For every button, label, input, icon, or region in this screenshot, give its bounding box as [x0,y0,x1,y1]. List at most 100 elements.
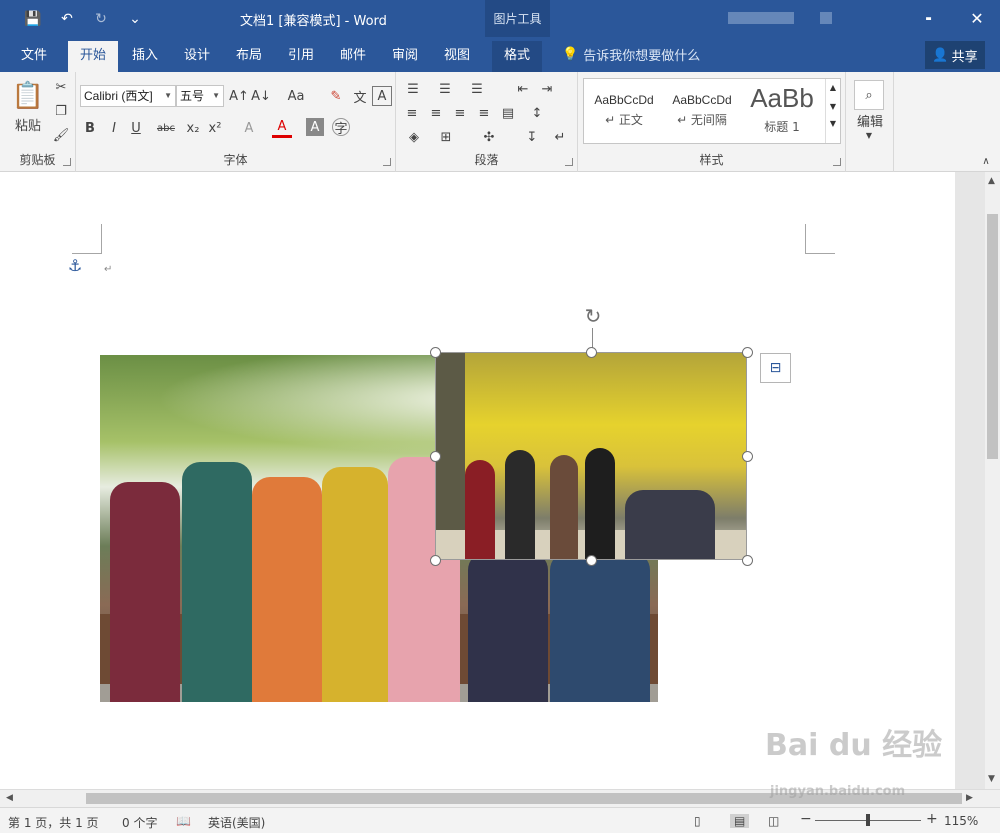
strikethrough-button[interactable]: abc [154,118,178,138]
tab-references[interactable]: 引用 [276,41,326,72]
tab-file[interactable]: 文件 [9,41,59,72]
styles-scroll[interactable]: ▲ ▼ ▼ [825,79,840,143]
resize-handle-nw[interactable] [430,347,441,358]
paste-label[interactable]: 粘贴 [8,116,48,134]
underline-button[interactable]: U [128,118,144,138]
scroll-up-icon[interactable]: ▲ [988,176,995,186]
text-effects-icon[interactable]: A [238,118,260,138]
resize-handle-s[interactable] [586,555,597,566]
font-name-combo[interactable]: Calibri (西文] ▼ [80,85,176,107]
chevron-up-icon[interactable]: ▲ [826,83,840,92]
style-heading-1[interactable]: AaBb 标题 1 [746,83,818,139]
zoom-out-icon[interactable]: − [800,811,812,827]
scroll-right-icon[interactable]: ▶ [966,793,973,803]
tab-view[interactable]: 视图 [432,41,482,72]
styles-launcher[interactable] [833,158,841,166]
word-count[interactable]: 0 个字 [122,814,157,831]
change-case-icon[interactable]: Aa [282,86,310,106]
tab-format[interactable]: 格式 [492,41,543,72]
zoom-level[interactable]: 115% [944,814,978,828]
italic-button[interactable]: I [106,118,122,138]
copy-icon[interactable]: ❐ [52,102,70,120]
share-button[interactable]: 👤 共享 [925,41,985,69]
enclosed-character-icon[interactable]: 字 [332,118,350,137]
scroll-left-icon[interactable]: ◀ [6,793,13,803]
document-page[interactable]: ⚓ ↵ ↻ ⊟ [0,172,955,789]
bold-button[interactable]: B [82,118,98,138]
tab-layout[interactable]: 布局 [224,41,274,72]
grow-font-icon[interactable]: A↑ [229,86,249,106]
proofing-icon[interactable]: 📖 [176,814,191,828]
print-layout-icon[interactable]: ▤ [730,814,750,828]
character-shading-icon[interactable]: A [306,118,324,136]
phonetic-guide-icon[interactable]: 文 [350,86,370,106]
style-normal[interactable]: AaBbCcDd ↵ 正文 [588,83,660,139]
paste-icon[interactable]: 📋 [10,78,46,114]
chinese-layout-icon[interactable]: ✣ [478,128,500,146]
paragraph-launcher[interactable] [565,158,573,166]
format-painter-icon[interactable]: 🖌 [52,126,70,144]
font-launcher[interactable] [383,158,391,166]
more-styles-icon[interactable]: ▼ [826,119,840,128]
cut-icon[interactable]: ✂ [52,78,70,96]
sort-icon[interactable]: ↧ [522,128,542,146]
close-button[interactable]: ✕ [954,0,1000,37]
resize-handle-e[interactable] [742,451,753,462]
show-marks-icon[interactable]: ↵ [550,128,570,146]
redo-icon[interactable]: ↻ [90,8,112,30]
search-icon[interactable]: ⌕ [854,80,884,110]
read-mode-icon[interactable]: ▯ [694,814,701,828]
tell-me-box[interactable]: 💡 告诉我你想要做什么 [562,45,700,64]
tab-home[interactable]: 开始 [68,41,119,72]
decrease-indent-icon[interactable]: ⇤ [512,80,534,98]
collapse-ribbon-icon[interactable]: ∧ [978,154,994,168]
resize-handle-w[interactable] [430,451,441,462]
shading-icon[interactable]: ◈ [404,128,424,146]
subscript-button[interactable]: x₂ [184,118,202,138]
superscript-button[interactable]: x² [206,118,224,138]
tab-review[interactable]: 审阅 [380,41,430,72]
font-color-button[interactable]: A [272,118,292,138]
style-no-spacing[interactable]: AaBbCcDd ↵ 无间隔 [666,83,738,139]
clipboard-launcher[interactable] [63,158,71,166]
increase-indent-icon[interactable]: ⇥ [536,80,558,98]
tab-mailings[interactable]: 邮件 [328,41,378,72]
align-left-icon[interactable]: ≡ [402,104,422,122]
bullets-icon[interactable]: ☰ [402,80,424,98]
chevron-down-icon[interactable]: ▼ [864,130,874,140]
minimize-button[interactable]: ╸ [908,0,954,37]
borders-icon[interactable]: ⊞ [436,128,456,146]
vertical-scrollbar[interactable]: ▲ ▼ [985,172,1000,789]
font-size-combo[interactable]: 五号 ▼ [176,85,224,107]
resize-handle-n[interactable] [586,347,597,358]
justify-icon[interactable]: ≡ [474,104,494,122]
layout-options-button[interactable]: ⊟ [760,353,791,383]
resize-handle-se[interactable] [742,555,753,566]
zoom-in-icon[interactable]: + [926,811,938,827]
resize-handle-sw[interactable] [430,555,441,566]
shrink-font-icon[interactable]: A↓ [251,86,271,106]
vertical-scroll-thumb[interactable] [987,214,998,459]
zoom-slider-thumb[interactable] [866,814,870,826]
save-icon[interactable]: 💾 [22,8,44,30]
clear-formatting-icon[interactable]: ✎ [326,86,346,106]
align-center-icon[interactable]: ≡ [426,104,446,122]
line-spacing-icon[interactable]: ↕ [526,104,548,122]
scroll-down-icon[interactable]: ▼ [988,774,995,784]
page-count[interactable]: 第 1 页，共 1 页 [8,814,99,831]
tab-insert[interactable]: 插入 [120,41,170,72]
web-layout-icon[interactable]: ◫ [768,814,779,828]
enclose-characters-icon[interactable]: A [372,86,392,106]
rotate-handle-icon[interactable]: ↻ [581,304,605,328]
align-right-icon[interactable]: ≡ [450,104,470,122]
distributed-icon[interactable]: ▤ [498,104,518,122]
undo-icon[interactable]: ↶ [56,8,78,30]
language-indicator[interactable]: 英语(美国) [208,814,265,831]
customize-qat-icon[interactable]: ⌄ [124,8,146,30]
multilevel-list-icon[interactable]: ☰ [466,80,488,98]
chevron-down-icon[interactable]: ▼ [826,102,840,111]
tab-design[interactable]: 设计 [172,41,222,72]
editing-label[interactable]: 编辑 [850,112,890,130]
numbering-icon[interactable]: ☰ [434,80,456,98]
resize-handle-ne[interactable] [742,347,753,358]
